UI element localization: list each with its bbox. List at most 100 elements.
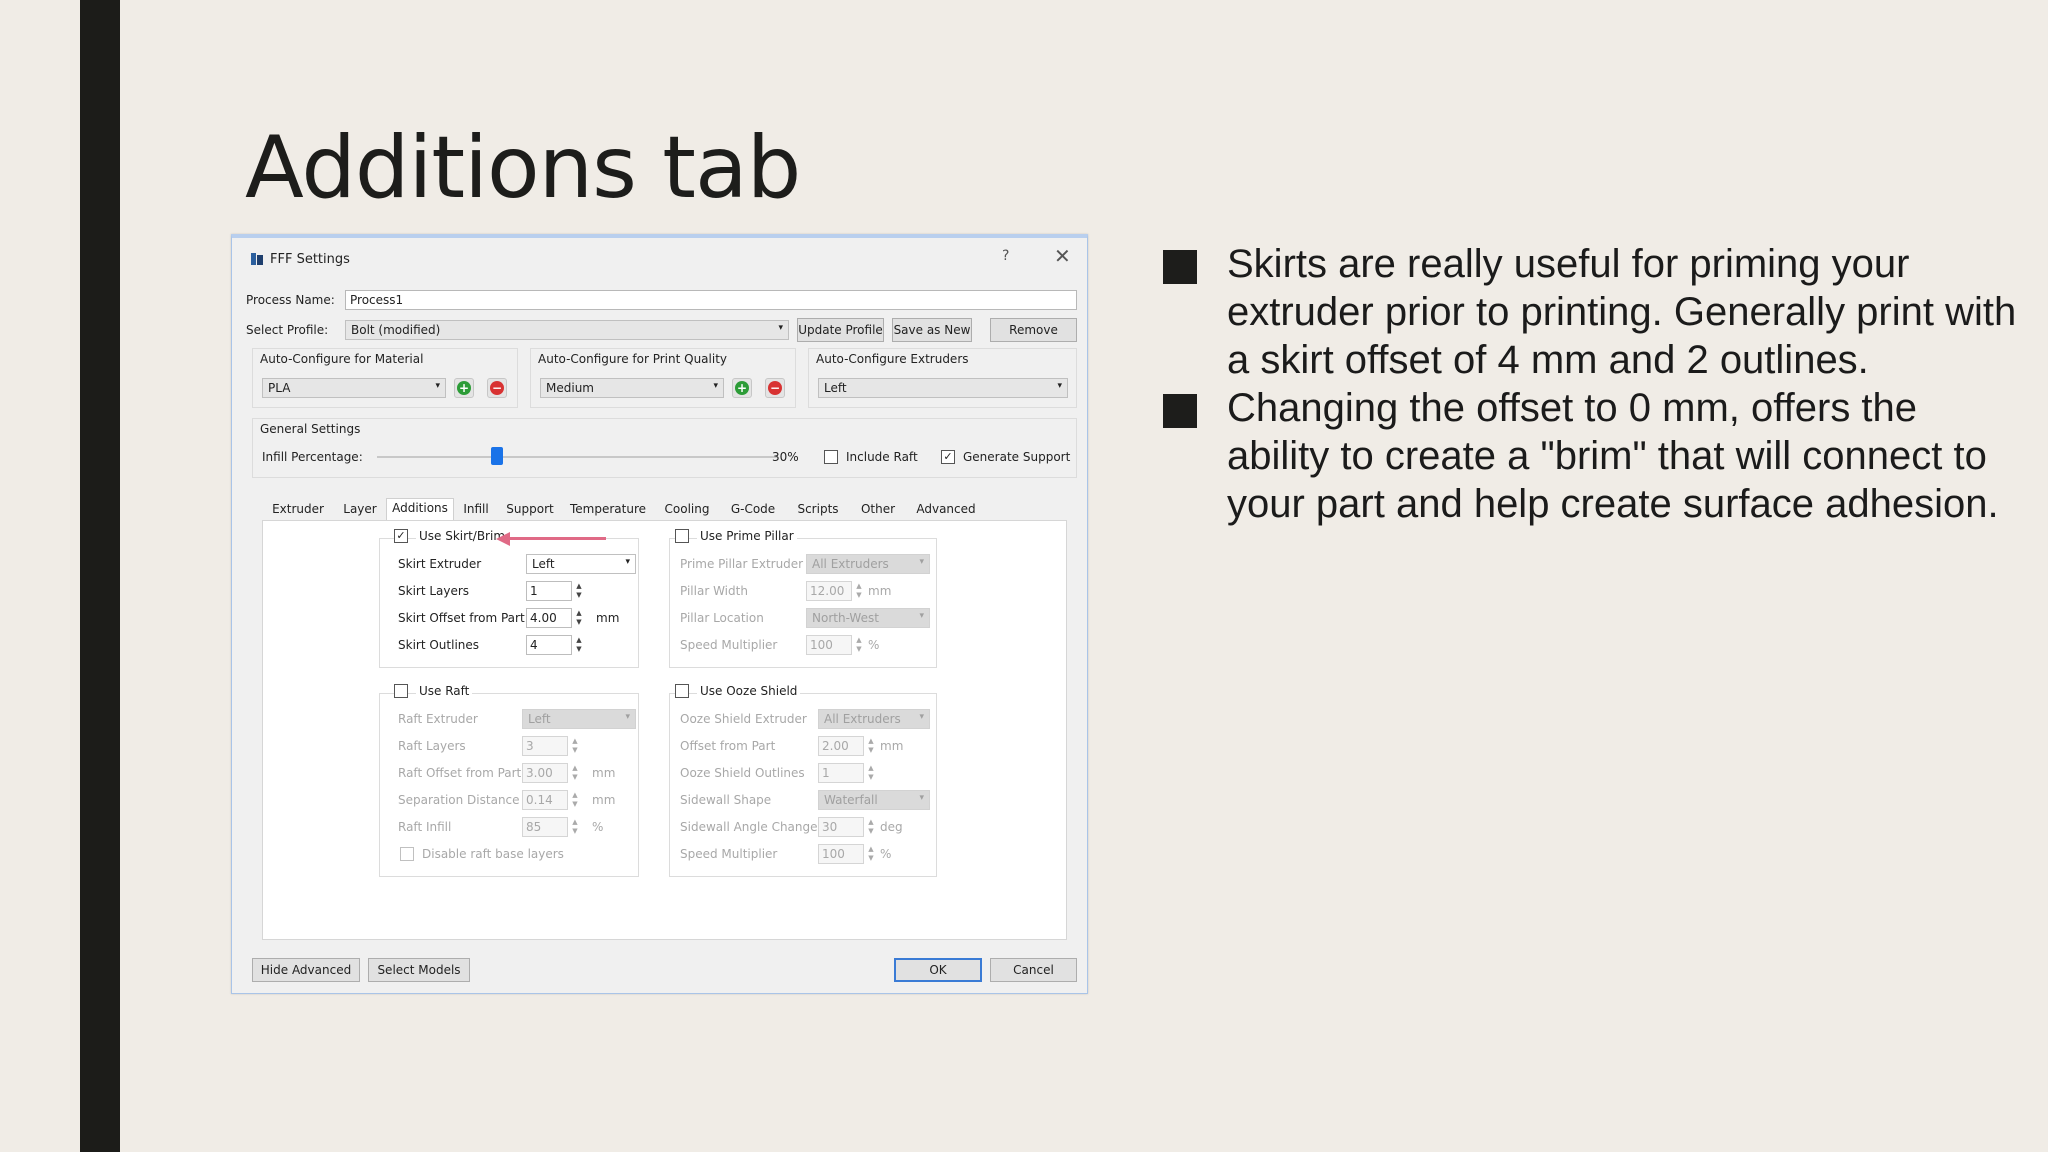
sidewall-angle-value: 30	[822, 820, 838, 834]
skirt-layers-input[interactable]: 1 ▲ ▼	[526, 581, 582, 601]
close-icon[interactable]: ✕	[1054, 244, 1071, 268]
infill-slider-thumb[interactable]	[491, 447, 503, 465]
spinner-arrows-icon[interactable]: ▲ ▼	[569, 791, 581, 809]
spinner-arrows-icon[interactable]: ▲ ▼	[573, 636, 585, 654]
pillar-location-dropdown[interactable]: North-West ▾	[806, 608, 930, 628]
spinner-arrows-icon[interactable]: ▲ ▼	[853, 582, 865, 600]
chevron-down-icon: ▾	[625, 557, 630, 567]
raft-layers-input[interactable]: 3 ▲ ▼	[522, 736, 578, 756]
chevron-down-icon: ▾	[919, 793, 924, 803]
hide-advanced-button[interactable]: Hide Advanced	[252, 958, 360, 982]
generate-support-checkbox[interactable]: ✓	[941, 450, 955, 464]
ok-button[interactable]: OK	[894, 958, 982, 982]
sidewall-angle-unit: deg	[880, 820, 903, 834]
raft-infill-value: 85	[526, 820, 542, 834]
ooze-offset-label: Offset from Part	[680, 739, 776, 753]
use-raft-checkbox[interactable]	[394, 684, 408, 698]
tab-layer[interactable]: Layer	[334, 500, 386, 520]
sidewall-angle-label: Sidewall Angle Change	[680, 820, 818, 834]
ooze-extruder-dropdown[interactable]: All Extruders ▾	[818, 709, 930, 729]
chevron-down-icon: ▾	[778, 323, 783, 333]
skirt-layers-value: 1	[530, 584, 538, 598]
separation-distance-label: Separation Distance	[398, 793, 520, 807]
select-models-button[interactable]: Select Models	[368, 958, 470, 982]
infill-slider-track[interactable]	[377, 456, 777, 458]
update-profile-button[interactable]: Update Profile	[797, 318, 884, 342]
skirt-outlines-label: Skirt Outlines	[398, 638, 480, 652]
auto-material-value: PLA	[268, 381, 291, 395]
prime-extruder-dropdown[interactable]: All Extruders ▾	[806, 554, 930, 574]
raft-infill-label: Raft Infill	[398, 820, 452, 834]
tab-infill[interactable]: Infill	[454, 500, 498, 520]
auto-quality-dropdown[interactable]: Medium ▾	[540, 378, 724, 398]
auto-extruders-dropdown[interactable]: Left ▾	[818, 378, 1068, 398]
spinner-arrows-icon[interactable]: ▲ ▼	[865, 845, 877, 863]
raft-offset-input[interactable]: 3.00 ▲ ▼	[522, 763, 578, 783]
chevron-down-icon: ▾	[919, 712, 924, 722]
include-raft-checkbox[interactable]	[824, 450, 838, 464]
tab-extruder[interactable]: Extruder	[262, 500, 334, 520]
spinner-arrows-icon[interactable]: ▲ ▼	[865, 818, 877, 836]
prime-extruder-value: All Extruders	[812, 557, 889, 571]
spinner-arrows-icon[interactable]: ▲ ▼	[569, 818, 581, 836]
ooze-extruder-label: Ooze Shield Extruder	[680, 712, 807, 726]
remove-profile-button[interactable]: Remove	[990, 318, 1077, 342]
save-as-new-button[interactable]: Save as New	[892, 318, 972, 342]
help-button[interactable]: ?	[1002, 248, 1009, 264]
add-material-button[interactable]: +	[454, 378, 474, 398]
spinner-arrows-icon[interactable]: ▲ ▼	[573, 609, 585, 627]
prime-speed-value: 100	[810, 638, 833, 652]
tab-other[interactable]: Other	[850, 500, 906, 520]
ooze-offset-input[interactable]: 2.00 ▲ ▼	[818, 736, 874, 756]
remove-material-button[interactable]: −	[487, 378, 507, 398]
spinner-arrows-icon[interactable]: ▲ ▼	[569, 737, 581, 755]
raft-infill-input[interactable]: 85 ▲ ▼	[522, 817, 578, 837]
tab-temperature[interactable]: Temperature	[562, 500, 654, 520]
skirt-extruder-dropdown[interactable]: Left ▾	[526, 554, 636, 574]
skirt-offset-input[interactable]: 4.00 ▲ ▼	[526, 608, 582, 628]
general-settings-group	[252, 418, 1077, 478]
tab-additions[interactable]: Additions	[386, 498, 454, 520]
annotation-arrow-line	[508, 537, 606, 540]
pillar-location-value: North-West	[812, 611, 879, 625]
remove-quality-button[interactable]: −	[765, 378, 785, 398]
pillar-width-value: 12.00	[810, 584, 845, 598]
raft-offset-unit: mm	[592, 766, 616, 780]
tab-cooling[interactable]: Cooling	[654, 500, 720, 520]
raft-infill-unit: %	[592, 820, 604, 834]
tab-scripts[interactable]: Scripts	[786, 500, 850, 520]
prime-speed-input[interactable]: 100 ▲ ▼	[806, 635, 862, 655]
spinner-arrows-icon[interactable]: ▲ ▼	[573, 582, 585, 600]
ooze-speed-input[interactable]: 100 ▲ ▼	[818, 844, 874, 864]
generate-support-label: Generate Support	[963, 450, 1071, 464]
ooze-outlines-label: Ooze Shield Outlines	[680, 766, 805, 780]
use-ooze-shield-checkbox[interactable]	[675, 684, 689, 698]
raft-extruder-dropdown[interactable]: Left ▾	[522, 709, 636, 729]
tab-support[interactable]: Support	[498, 500, 562, 520]
use-skirt-checkbox[interactable]: ✓	[394, 529, 408, 543]
spinner-arrows-icon[interactable]: ▲ ▼	[865, 764, 877, 782]
sidewall-shape-dropdown[interactable]: Waterfall ▾	[818, 790, 930, 810]
select-profile-dropdown[interactable]: Bolt (modified) ▾	[345, 320, 789, 340]
auto-extruders-label: Auto-Configure Extruders	[816, 352, 969, 366]
skirt-extruder-label: Skirt Extruder	[398, 557, 482, 571]
spinner-arrows-icon[interactable]: ▲ ▼	[853, 636, 865, 654]
use-prime-pillar-checkbox[interactable]	[675, 529, 689, 543]
tab-gcode[interactable]: G-Code	[720, 500, 786, 520]
process-name-input[interactable]: Process1	[345, 290, 1077, 310]
skirt-outlines-input[interactable]: 4 ▲ ▼	[526, 635, 582, 655]
pillar-width-input[interactable]: 12.00 ▲ ▼	[806, 581, 862, 601]
disable-raft-base-checkbox[interactable]	[400, 847, 414, 861]
separation-distance-input[interactable]: 0.14 ▲ ▼	[522, 790, 578, 810]
spinner-arrows-icon[interactable]: ▲ ▼	[865, 737, 877, 755]
tab-advanced[interactable]: Advanced	[906, 500, 986, 520]
spinner-arrows-icon[interactable]: ▲ ▼	[569, 764, 581, 782]
skirt-offset-value: 4.00	[530, 611, 557, 625]
cancel-button[interactable]: Cancel	[990, 958, 1077, 982]
ooze-outlines-input[interactable]: 1 ▲ ▼	[818, 763, 874, 783]
add-quality-button[interactable]: +	[732, 378, 752, 398]
plus-icon: +	[457, 381, 471, 395]
sidewall-angle-input[interactable]: 30 ▲ ▼	[818, 817, 874, 837]
auto-material-dropdown[interactable]: PLA ▾	[262, 378, 446, 398]
dialog-title: FFF Settings	[270, 252, 350, 267]
